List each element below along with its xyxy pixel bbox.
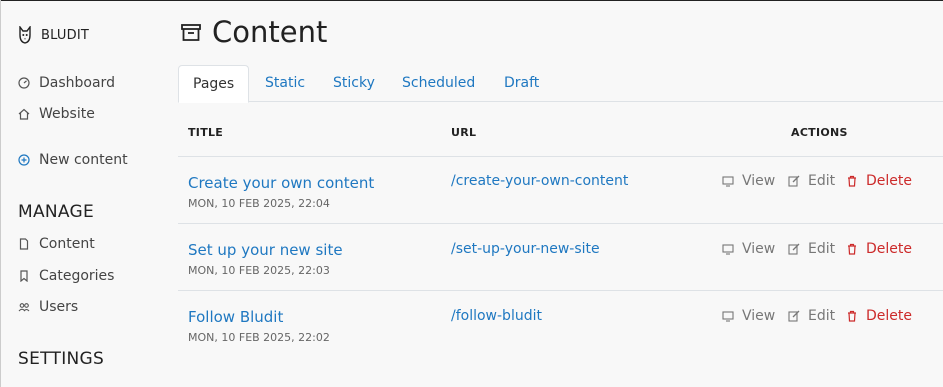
edit-icon xyxy=(788,175,800,187)
row-date: MON, 10 FEB 2025, 22:04 xyxy=(188,197,330,210)
brand-label: BLUDIT xyxy=(41,27,90,43)
sidebar-item-label: Categories xyxy=(39,268,115,284)
tab-pages[interactable]: Pages xyxy=(178,65,250,103)
sidebar-item-label: Content xyxy=(39,236,95,252)
column-header-url: URL xyxy=(451,126,477,139)
row-date: MON, 10 FEB 2025, 22:02 xyxy=(188,331,330,344)
trash-icon xyxy=(848,175,856,187)
monitor-icon xyxy=(722,244,734,255)
trash-icon xyxy=(848,243,856,255)
view-button[interactable]: View xyxy=(722,173,775,189)
delete-button[interactable]: Delete xyxy=(846,173,912,189)
row-date: MON, 10 FEB 2025, 22:03 xyxy=(188,264,330,277)
content-tabs: Pages Static Sticky Scheduled Draft xyxy=(178,65,943,103)
sidebar-item-label: New content xyxy=(39,152,128,168)
plus-circle-icon xyxy=(18,154,30,166)
delete-label: Delete xyxy=(866,173,912,189)
home-icon xyxy=(18,108,30,120)
table-divider xyxy=(178,156,943,157)
sidebar-item-label: Users xyxy=(39,299,79,315)
file-icon xyxy=(19,238,29,250)
table-divider xyxy=(178,290,943,291)
edit-icon xyxy=(788,243,800,255)
edit-label: Edit xyxy=(808,173,836,189)
sidebar-item-content[interactable]: Content xyxy=(18,236,95,252)
row-url-link[interactable]: /create-your-own-content xyxy=(451,173,628,189)
column-header-title: TITLE xyxy=(188,126,224,139)
row-title-link[interactable]: Set up your new site xyxy=(188,241,343,259)
tab-static[interactable]: Static xyxy=(251,65,319,102)
bookmark-icon xyxy=(20,270,28,282)
row-url-link[interactable]: /follow-bludit xyxy=(451,308,542,324)
edit-button[interactable]: Edit xyxy=(788,308,835,324)
section-title-manage: MANAGE xyxy=(18,202,95,222)
view-label: View xyxy=(742,308,776,324)
section-title-settings: SETTINGS xyxy=(18,349,105,369)
page-title: Content xyxy=(180,15,327,49)
bludit-logo-icon xyxy=(19,26,31,44)
view-label: View xyxy=(742,173,776,189)
sidebar-item-users[interactable]: Users xyxy=(18,299,78,315)
users-icon xyxy=(18,303,30,312)
row-title-link[interactable]: Create your own content xyxy=(188,174,374,192)
edit-label: Edit xyxy=(808,241,836,257)
archive-icon xyxy=(181,24,201,41)
trash-icon xyxy=(848,310,856,322)
sidebar-item-dashboard[interactable]: Dashboard xyxy=(18,75,115,91)
sidebar-item-website[interactable]: Website xyxy=(18,106,95,122)
sidebar-item-label: Dashboard xyxy=(39,75,115,91)
delete-button[interactable]: Delete xyxy=(846,308,912,324)
sidebar: BLUDIT Dashboard Website New content MAN… xyxy=(0,0,170,387)
sidebar-item-categories[interactable]: Categories xyxy=(18,268,114,284)
row-url-link[interactable]: /set-up-your-new-site xyxy=(451,241,600,257)
dashboard-icon xyxy=(18,77,30,89)
brand[interactable]: BLUDIT xyxy=(18,26,89,44)
delete-button[interactable]: Delete xyxy=(846,241,912,257)
page-title-text: Content xyxy=(212,15,328,49)
sidebar-item-label: Website xyxy=(39,106,95,122)
column-header-actions: ACTIONS xyxy=(791,126,848,139)
view-button[interactable]: View xyxy=(722,308,775,324)
edit-label: Edit xyxy=(808,308,836,324)
delete-label: Delete xyxy=(866,241,912,257)
tab-draft[interactable]: Draft xyxy=(490,65,553,102)
view-button[interactable]: View xyxy=(722,241,775,257)
edit-button[interactable]: Edit xyxy=(788,173,835,189)
monitor-icon xyxy=(722,311,734,322)
delete-label: Delete xyxy=(866,308,912,324)
edit-button[interactable]: Edit xyxy=(788,241,835,257)
tab-scheduled[interactable]: Scheduled xyxy=(388,65,489,102)
table-divider xyxy=(178,223,943,224)
tab-sticky[interactable]: Sticky xyxy=(319,65,389,102)
sidebar-item-new-content[interactable]: New content xyxy=(18,152,128,168)
view-label: View xyxy=(742,241,776,257)
edit-icon xyxy=(788,310,800,322)
row-title-link[interactable]: Follow Bludit xyxy=(188,308,283,326)
monitor-icon xyxy=(722,176,734,187)
